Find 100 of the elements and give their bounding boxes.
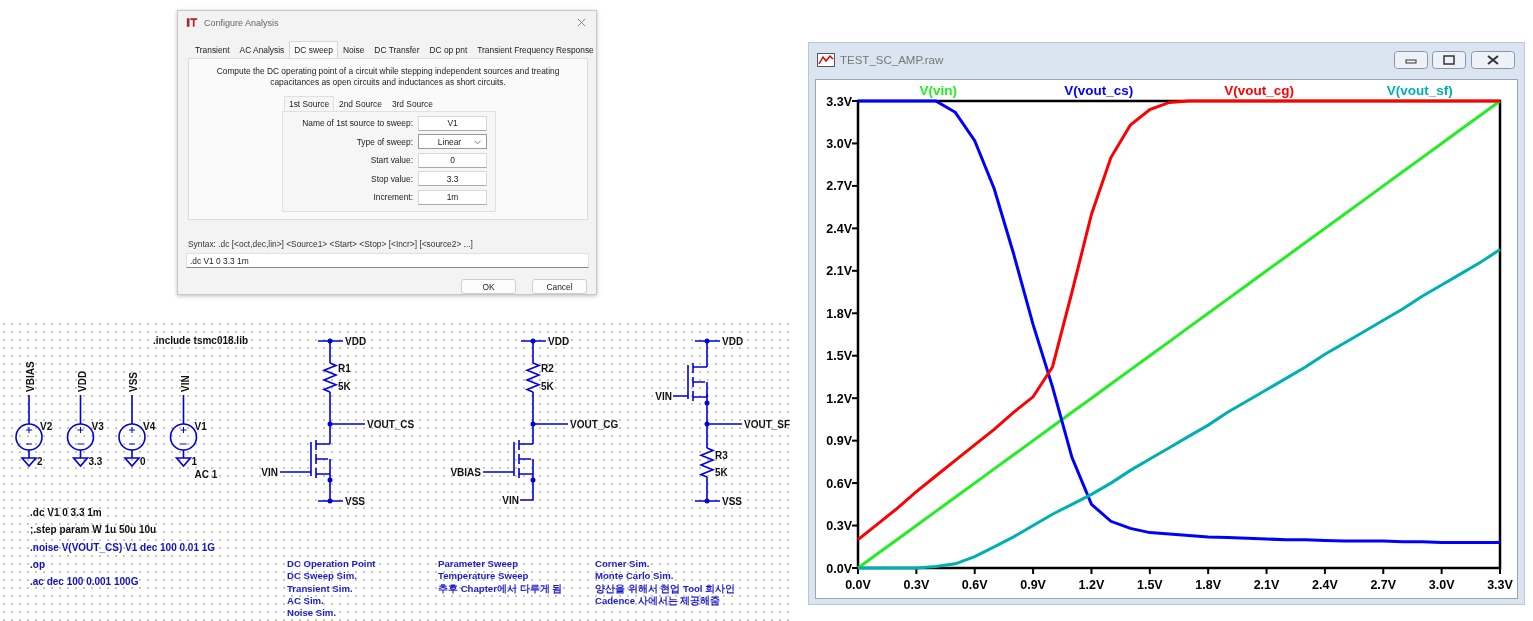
spice-directive: .op (30, 558, 45, 570)
x-tick-label: 1.5V (1136, 578, 1163, 592)
spice-directive: .noise V(VOUT_CS) V1 dec 100 0.01 1G (30, 541, 216, 553)
x-tick-label: 0.6V (961, 578, 988, 592)
note-text: 양산을 위해서 현업 Tool 회사인 (595, 582, 736, 595)
note-text: DC Operation Point (287, 558, 376, 570)
resistor-name: R1 (338, 363, 351, 374)
y-tick-label: 3.3V (826, 94, 852, 109)
source-name: V3 (91, 421, 104, 432)
source-tab[interactable]: 2nd Source (334, 95, 387, 111)
note-text: Temperature Sweep (438, 570, 530, 583)
include-directive: .include tsmc018.lib (153, 335, 249, 346)
net-label: VBIAS (25, 361, 36, 392)
y-tick-label: 1.8V (826, 306, 852, 321)
input-field[interactable]: V1 (418, 115, 487, 131)
note-text: DC Sweep Sim. (287, 570, 358, 583)
x-tick-label: 2.4V (1312, 578, 1338, 592)
legend-label: V(vout_cg) (1224, 83, 1295, 98)
waveform-icon (817, 53, 835, 67)
x-tick-label: 1.8V (1195, 578, 1222, 592)
analysis-tab[interactable]: DC Transfer (369, 40, 425, 58)
x-tick-label: 0.9V (1020, 578, 1046, 592)
source-tab[interactable]: 1st Source (284, 95, 335, 111)
net-label: VSS (722, 496, 742, 507)
source-value: AC 1 (194, 469, 218, 480)
y-tick-label: 0.0V (826, 561, 852, 576)
close-icon[interactable] (1470, 51, 1516, 69)
field-label: Type of sweep: (356, 136, 413, 147)
note-text: Cadence 사에서는 제공해줌 (595, 594, 722, 607)
note-text: Monte Carlo Sim. (595, 570, 675, 583)
restore-icon[interactable] (1432, 51, 1466, 69)
net-label: VDD (722, 336, 744, 347)
y-tick-label: 1.2V (826, 391, 852, 406)
dialog-button[interactable]: Cancel (532, 279, 587, 294)
y-tick-label: 1.5V (826, 349, 852, 364)
y-tick-label: 0.9V (826, 434, 852, 449)
net-label: VIN (655, 391, 672, 402)
input-field[interactable]: 0 (418, 152, 487, 168)
net-label: VIN (261, 467, 278, 478)
note-text: Noise Sim. (287, 607, 338, 619)
source-name: V1 (194, 421, 207, 432)
field-label: Name of 1st source to sweep: (302, 118, 413, 129)
resistor-value: 5K (541, 381, 554, 392)
command-field[interactable]: .dc V1 0 3.3 1m (186, 253, 589, 268)
source-value: 0 (140, 456, 146, 467)
analysis-tab[interactable]: Noise (337, 40, 370, 58)
app-logo-icon (186, 17, 198, 29)
legend-label: V(vout_cs) (1064, 83, 1134, 98)
source-value: 2 (37, 456, 43, 467)
x-tick-label: 0.0V (845, 578, 871, 592)
note-text: Corner Sim. (595, 558, 651, 570)
resistor-value: 5K (338, 381, 351, 392)
analysis-tab[interactable]: Transient (190, 40, 235, 58)
analysis-tab[interactable]: Transient Frequency Response (472, 40, 599, 58)
net-label: VDD (548, 336, 570, 347)
dialog-button[interactable]: OK (461, 279, 516, 294)
x-tick-label: 1.2V (1078, 578, 1105, 592)
input-field[interactable]: 3.3 (418, 171, 487, 187)
source-value: 3.3 (88, 456, 103, 467)
spice-directive: .ac dec 100 0.001 100G (30, 576, 139, 588)
minimize-icon[interactable] (1394, 51, 1428, 69)
net-label: VSS (345, 496, 365, 507)
spice-directive: ;.step param W 1u 50u 10u (30, 524, 157, 536)
note-text: Parameter Sweep (438, 558, 519, 570)
analysis-tab[interactable]: DC sweep (289, 40, 338, 58)
dialog-title: Configure Analysis (204, 17, 280, 28)
x-tick-label: 0.3V (903, 578, 930, 592)
field-label: Stop value: (371, 173, 413, 184)
y-tick-label: 0.3V (826, 519, 852, 534)
y-tick-label: 0.6V (826, 476, 852, 491)
field-label: Increment: (373, 192, 413, 203)
description-text: Compute the DC operating point of a circuit while stepping independent sources and treating capacitances as open circuits and inductances as short circuits. (215, 65, 561, 88)
net-label: VOUT_CS (367, 419, 415, 430)
x-tick-label: 3.3V (1487, 578, 1513, 592)
net-label: VBIAS (450, 467, 481, 478)
y-tick-label: 2.1V (826, 264, 852, 279)
spice-directive: .dc V1 0 3.3 1m (30, 507, 102, 518)
resistor-value: 5K (715, 467, 728, 478)
source-tab[interactable]: 3rd Source (386, 95, 438, 111)
analysis-tab[interactable]: DC op pnt (424, 40, 473, 58)
dropdown-field[interactable]: Linear (418, 134, 487, 150)
note-text: Transient Sim. (287, 582, 354, 595)
window-title: TEST_SC_AMP.raw (840, 54, 945, 66)
x-tick-label: 2.1V (1253, 578, 1280, 592)
resistor-name: R3 (715, 450, 728, 461)
legend-label: V(vout_sf) (1386, 83, 1453, 98)
y-tick-label: 2.4V (826, 221, 852, 236)
source-value: 1 (191, 456, 198, 467)
source-name: V4 (143, 421, 156, 432)
net-label: VOUT_CG (570, 419, 619, 430)
caret-icon (474, 140, 481, 146)
analysis-tab[interactable]: AC Analysis (234, 40, 290, 58)
note-text: AC Sim. (287, 594, 325, 607)
net-label: VIN (179, 375, 191, 392)
syntax-text: Syntax: .dc [<oct,dec,lin>] <Source1> <Start> <Stop> [<Incr>] [<source2> ...] (188, 239, 474, 250)
net-label: VSS (128, 372, 139, 392)
net-label: VDD (76, 370, 88, 392)
net-label: VOUT_SF (744, 419, 791, 430)
input-field[interactable]: 1m (418, 189, 487, 205)
net-label: VIN (502, 495, 519, 506)
